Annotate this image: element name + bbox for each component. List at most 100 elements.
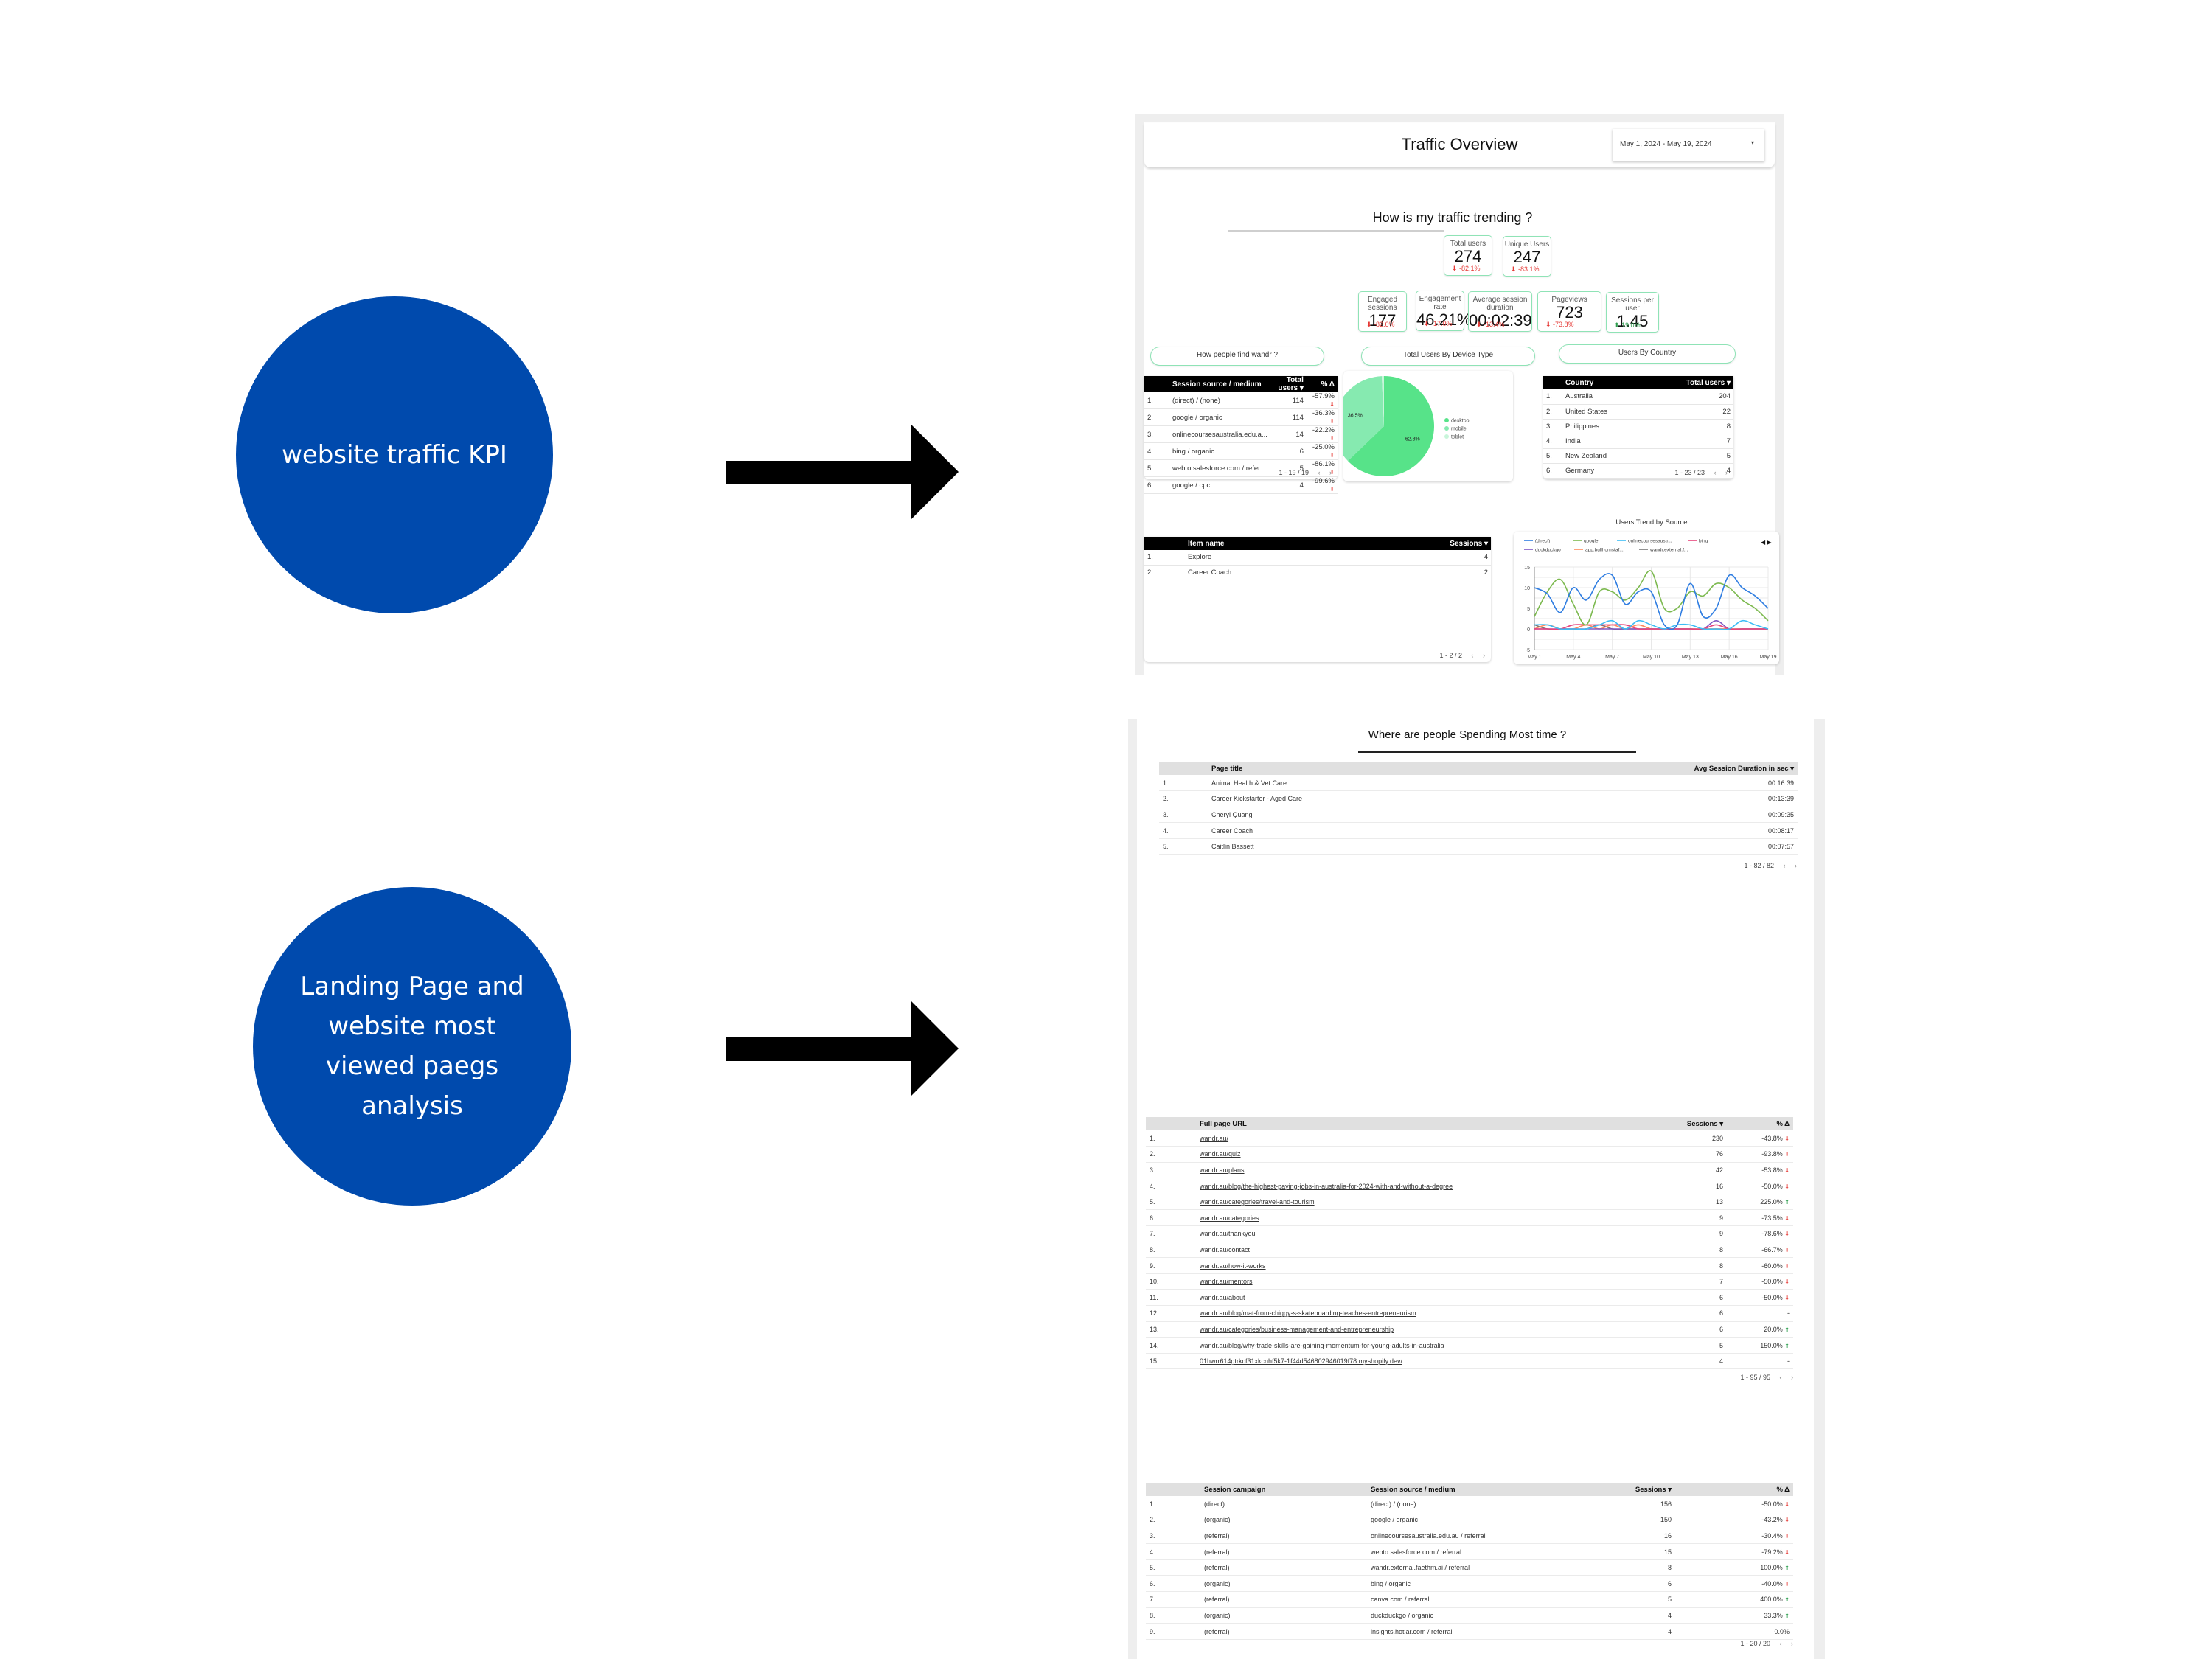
page-url-link[interactable]: wandr.au/ <box>1200 1135 1228 1142</box>
column-header[interactable]: % Δ <box>1727 1117 1793 1130</box>
table-row[interactable]: 2. (organic) google / organic 150 -43.2% ⬇ <box>1146 1512 1793 1528</box>
prev-page-button[interactable]: ‹ <box>1471 652 1473 659</box>
table-row[interactable]: 1. Animal Health & Vet Care 00:16:39 <box>1159 775 1798 792</box>
table-row[interactable]: 3. Cheryl Quang 00:09:35 <box>1159 807 1798 824</box>
page-url-link[interactable]: wandr.au/plans <box>1200 1166 1245 1174</box>
page-url-link[interactable]: wandr.au/thankyou <box>1200 1230 1256 1237</box>
column-header-sort[interactable]: Avg Session Duration in sec ▾ <box>1592 762 1798 775</box>
page-url-link[interactable]: wandr.au/blog/the-highest-paying-jobs-in… <box>1200 1183 1453 1190</box>
page-url-link[interactable]: wandr.au/quiz <box>1200 1150 1241 1158</box>
page-url-link[interactable]: wandr.au/blog/why-trade-skills-are-gaini… <box>1200 1342 1444 1349</box>
right-arrow-icon <box>726 1001 959 1096</box>
legend-label[interactable]: google <box>1584 539 1599 544</box>
table-row[interactable]: 6.Bronte Campbell Joins Wandr: A Champio… <box>1159 854 1798 858</box>
change-cell: -66.7% ⬇ <box>1727 1242 1793 1259</box>
legend-label[interactable]: duckduckgo <box>1535 548 1561 553</box>
kpi-label: Average session duration <box>1472 296 1528 312</box>
prev-page-button[interactable]: ‹ <box>1318 469 1320 476</box>
down-arrow-icon: ⬇ <box>1784 1532 1790 1540</box>
column-header-sort[interactable]: Sessions ▾ <box>1594 1483 1675 1496</box>
kpi-value: 723 <box>1556 303 1583 321</box>
page-url-link[interactable]: wandr.au/mentors <box>1200 1278 1253 1285</box>
column-header[interactable]: Session campaign <box>1200 1483 1367 1496</box>
table-row[interactable]: 4. India 7 <box>1543 434 1733 449</box>
column-header[interactable]: % Δ <box>1675 1483 1793 1496</box>
page-url-link[interactable]: 01hwrr614gtrkcf31xkcnhf5k7-1f44d54680294… <box>1200 1357 1402 1365</box>
legend-label-mobile[interactable]: mobile <box>1451 427 1467 432</box>
legend-pager-arrows[interactable]: ◀ ▶ <box>1761 539 1772 546</box>
up-arrow-icon: ⬆ <box>1784 1565 1790 1572</box>
row-index: 3. <box>1146 1528 1200 1545</box>
total-users-cell: 4 <box>1270 476 1307 494</box>
table-header-row: Item name Sessions ▾ <box>1144 537 1491 550</box>
column-header[interactable]: Session source / medium <box>1169 376 1270 392</box>
column-header[interactable]: Item name <box>1185 537 1347 550</box>
table-row[interactable]: 5. Caitlin Bassett 00:07:57 <box>1159 838 1798 855</box>
table-row[interactable]: 3. onlinecoursesaustralia.edu.a... 14 -22.2… <box>1144 425 1338 443</box>
page-url-link[interactable]: wandr.au/about <box>1200 1294 1245 1301</box>
table-row[interactable]: 6. (organic) bing / organic 6 -40.0% ⬇ <box>1146 1575 1793 1593</box>
legend-label[interactable]: onlinecoursesaustr... <box>1628 539 1672 544</box>
table-row[interactable]: 5. (referral) wandr.external.faethm.ai / r… <box>1146 1559 1793 1576</box>
table-row[interactable]: 4. bing / organic 6 -25.0% ⬇ <box>1144 442 1338 460</box>
table-row[interactable]: 3. Philippines 8 <box>1543 419 1733 434</box>
legend-label[interactable]: (direct) <box>1535 539 1550 544</box>
table-row[interactable]: 5. New Zealand 5 <box>1543 448 1733 464</box>
table-row[interactable]: 1. Explore 4 <box>1144 550 1491 566</box>
table-row[interactable]: 3. (referral) onlinecoursesaustralia.edu.a… <box>1146 1528 1793 1545</box>
legend-label-tablet[interactable]: tablet <box>1451 435 1464 440</box>
column-header-sort[interactable]: Total users ▾ <box>1270 376 1307 392</box>
table-row[interactable]: 2. Career Coach 2 <box>1144 565 1491 580</box>
prev-page-button[interactable]: ‹ <box>1779 1374 1781 1381</box>
sessions-cell: 6 <box>1650 1289 1727 1307</box>
next-page-button[interactable]: › <box>1725 469 1728 476</box>
prev-page-button[interactable]: ‹ <box>1714 469 1716 476</box>
page-title-cell: Animal Health & Vet Care <box>1208 775 1593 792</box>
table-row[interactable]: 7. (referral) canva.com / referral 5 400.0% … <box>1146 1591 1793 1608</box>
table-row[interactable]: 1. (direct) / (none) 114 -57.9% ⬇ <box>1144 392 1338 409</box>
total-users-cell: 204 <box>1646 389 1733 405</box>
next-page-button[interactable]: › <box>1795 862 1797 869</box>
next-page-button[interactable]: › <box>1791 1374 1793 1381</box>
table-row[interactable]: 9. (referral) insights.hotjar.com / referr… <box>1146 1623 1793 1640</box>
table-row[interactable]: 1. (direct) (direct) / (none) 156 -50.0% ⬇ <box>1146 1496 1793 1513</box>
legend-label[interactable]: bing <box>1699 539 1708 544</box>
column-header[interactable]: % Δ <box>1306 376 1338 392</box>
prev-page-button[interactable]: ‹ <box>1783 862 1785 869</box>
column-header[interactable]: Country <box>1562 376 1646 389</box>
page-url-link[interactable]: wandr.au/contact <box>1200 1246 1250 1253</box>
table-row[interactable]: 8. (organic) duckduckgo / organic 4 33.3% ⬆ <box>1146 1607 1793 1624</box>
table-row[interactable]: 2. United States 22 <box>1543 404 1733 420</box>
table-row[interactable]: 4. Career Coach 00:08:17 <box>1159 822 1798 839</box>
table-row[interactable]: 1. Australia 204 <box>1543 389 1733 405</box>
sessions-cell: 13 <box>1650 1194 1727 1211</box>
table-row[interactable]: 2. Career Kickstarter - Aged Care 00:13:39 <box>1159 790 1798 807</box>
prev-page-button[interactable]: ‹ <box>1779 1640 1781 1647</box>
legend-label[interactable]: wandr.external.f... <box>1649 548 1688 553</box>
column-header[interactable]: Page title <box>1208 762 1593 775</box>
table-row[interactable]: 2. google / organic 114 -36.3% ⬇ <box>1144 408 1338 426</box>
page-url-link[interactable]: wandr.au/blog/mat-from-chiggy-s-skateboa… <box>1200 1310 1416 1317</box>
table-row[interactable]: 4. (referral) webto.salesforce.com / refer… <box>1146 1543 1793 1560</box>
legend-label-desktop[interactable]: desktop <box>1451 419 1470 424</box>
page-url-link[interactable]: wandr.au/categories <box>1200 1214 1259 1222</box>
table-pagination: 1 - 19 / 19 ‹ › <box>1279 469 1332 476</box>
legend-label[interactable]: app.bullhornstaf... <box>1585 548 1624 553</box>
column-header-sort[interactable]: Total users ▾ <box>1646 376 1733 389</box>
column-header[interactable]: Session source / medium <box>1367 1483 1595 1496</box>
date-range-picker[interactable]: May 1, 2024 - May 19, 2024 ▾ <box>1613 129 1764 161</box>
page-url-link[interactable]: wandr.au/how-it-works <box>1200 1262 1266 1270</box>
campaign-cell: (referral) <box>1200 1623 1367 1640</box>
page-url-link[interactable]: wandr.au/categories/travel-and-tourism <box>1200 1198 1315 1206</box>
next-page-button[interactable]: › <box>1483 652 1485 659</box>
change-cell: -30.4% ⬇ <box>1675 1528 1793 1545</box>
column-header[interactable]: Full page URL <box>1196 1117 1651 1130</box>
table-row[interactable]: 6. google / cpc 4 -99.6% ⬇ <box>1144 476 1338 494</box>
column-header-sort[interactable]: Sessions ▾ <box>1346 537 1491 550</box>
page-url-link[interactable]: wandr.au/categories/business-management-… <box>1200 1326 1394 1333</box>
next-page-button[interactable]: › <box>1791 1640 1793 1647</box>
kpi-value: 274 <box>1454 247 1482 265</box>
next-page-button[interactable]: › <box>1329 469 1332 476</box>
table-row: 9. wandr.au/how-it-works 8 -60.0% ⬇ <box>1146 1257 1793 1274</box>
column-header-sort[interactable]: Sessions ▾ <box>1650 1117 1727 1130</box>
